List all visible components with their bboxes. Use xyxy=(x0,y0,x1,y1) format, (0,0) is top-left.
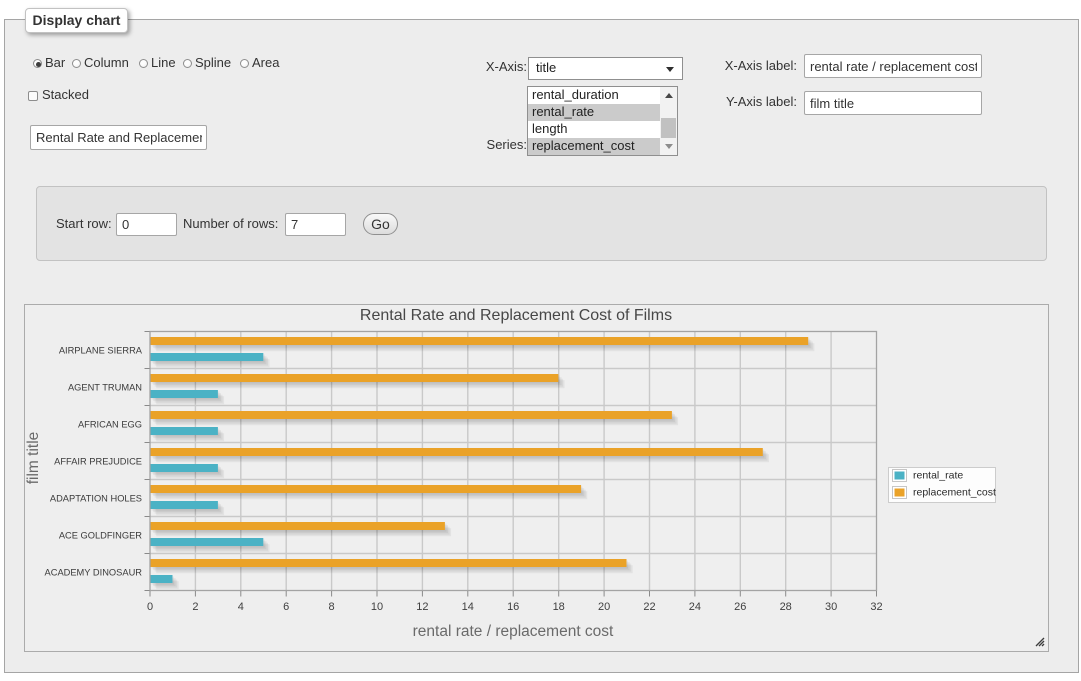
svg-text:18: 18 xyxy=(553,601,565,613)
svg-text:rental rate / replacement cost: rental rate / replacement cost xyxy=(413,623,614,640)
svg-text:6: 6 xyxy=(283,601,289,613)
svg-text:AFRICAN EGG: AFRICAN EGG xyxy=(78,420,142,430)
svg-text:ACE GOLDFINGER: ACE GOLDFINGER xyxy=(59,531,142,541)
svg-text:20: 20 xyxy=(598,601,610,613)
svg-text:film title: film title xyxy=(25,432,42,485)
svg-text:0: 0 xyxy=(147,601,153,613)
svg-text:8: 8 xyxy=(329,601,335,613)
svg-text:rental_rate: rental_rate xyxy=(913,470,963,482)
svg-text:26: 26 xyxy=(734,601,746,613)
svg-text:ACADEMY DINOSAUR: ACADEMY DINOSAUR xyxy=(45,568,143,578)
svg-text:28: 28 xyxy=(780,601,792,613)
svg-text:24: 24 xyxy=(689,601,701,613)
svg-text:Rental Rate and Replacement Co: Rental Rate and Replacement Cost of Film… xyxy=(360,307,672,324)
svg-text:AGENT TRUMAN: AGENT TRUMAN xyxy=(68,383,142,393)
svg-text:ADAPTATION HOLES: ADAPTATION HOLES xyxy=(50,494,142,504)
svg-text:16: 16 xyxy=(507,601,519,613)
svg-text:10: 10 xyxy=(371,601,383,613)
svg-text:AFFAIR PREJUDICE: AFFAIR PREJUDICE xyxy=(54,457,142,467)
svg-text:30: 30 xyxy=(825,601,837,613)
svg-text:32: 32 xyxy=(870,601,882,613)
svg-text:AIRPLANE SIERRA: AIRPLANE SIERRA xyxy=(59,346,143,356)
svg-text:2: 2 xyxy=(192,601,198,613)
svg-text:22: 22 xyxy=(643,601,655,613)
svg-text:14: 14 xyxy=(462,601,474,613)
svg-text:4: 4 xyxy=(238,601,244,613)
svg-text:12: 12 xyxy=(416,601,428,613)
svg-text:replacement_cost: replacement_cost xyxy=(913,487,996,499)
